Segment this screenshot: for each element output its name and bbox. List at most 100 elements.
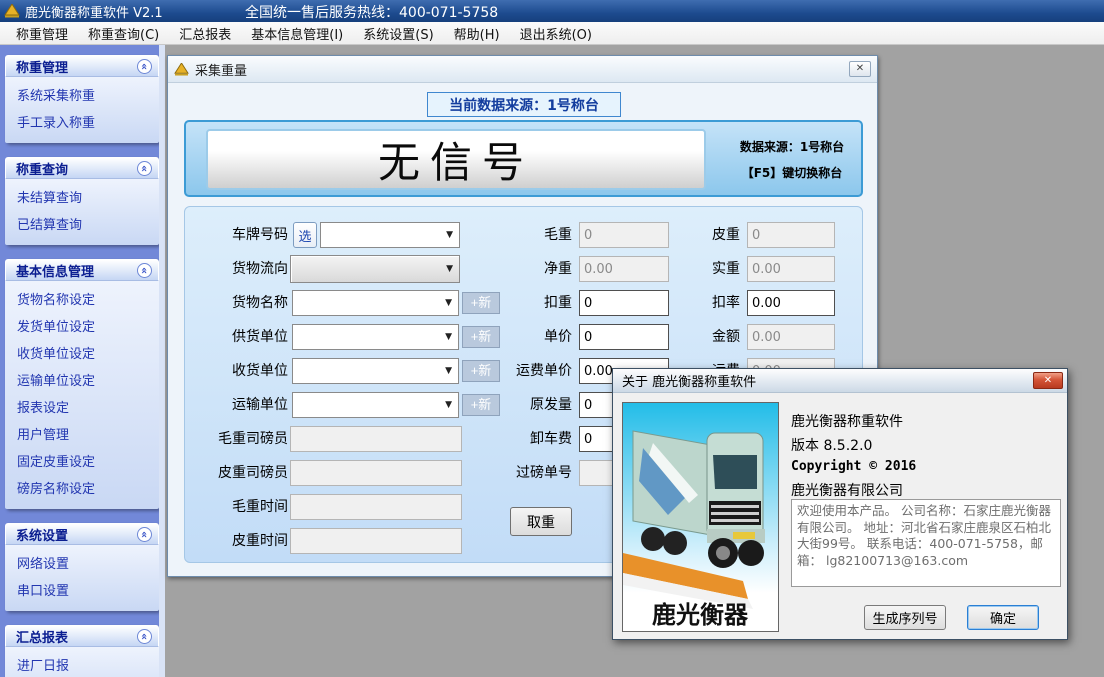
sidebar-item-manual-entry-weigh[interactable]: 手工录入称重: [5, 108, 159, 135]
menu-bar: 称重管理 称重查询(C) 汇总报表 基本信息管理(I) 系统设置(S) 帮助(H…: [0, 22, 1104, 45]
chevron-down-icon: ▼: [445, 332, 452, 342]
transport-unit-combobox[interactable]: ▼: [292, 392, 459, 418]
chevron-down-icon: ▼: [446, 230, 453, 240]
receiver-unit-combobox[interactable]: ▼: [292, 358, 459, 384]
label-freight-unit-price: 运费单价: [485, 358, 572, 384]
label-receiver-unit: 收货单位: [185, 358, 288, 384]
collapse-chevron-icon[interactable]: «: [137, 59, 152, 74]
menu-summary-report[interactable]: 汇总报表: [169, 22, 241, 45]
label-deduct-weight: 扣重: [485, 290, 572, 316]
app-title: 鹿光衡器称重软件 V2.1: [25, 2, 163, 21]
collapse-chevron-icon[interactable]: «: [137, 161, 152, 176]
sidebar-header-basic-info[interactable]: 基本信息管理 «: [5, 259, 159, 281]
about-dialog-titlebar: 关于 鹿光衡器称重软件 ✕: [613, 369, 1067, 393]
menu-weigh-manage[interactable]: 称重管理: [6, 22, 78, 45]
sidebar-header-summary-report[interactable]: 汇总报表 «: [5, 625, 159, 647]
about-product-name: 鹿光衡器称重软件: [791, 411, 903, 431]
label-net-weight: 净重: [485, 256, 572, 282]
service-hotline: 全国统一售后服务热线：400-071-5758: [245, 2, 498, 22]
gross-time-field: [290, 494, 462, 520]
menu-system-settings[interactable]: 系统设置(S): [353, 22, 443, 45]
label-goods-flow: 货物流向: [185, 256, 288, 282]
sidebar-section-weigh-query: 称重查询 « 未结算查询 已结算查询: [5, 157, 159, 245]
sidebar-section-summary-report: 汇总报表 « 进厂日报 出厂日报: [5, 625, 159, 677]
sidebar-header-weigh-query[interactable]: 称重查询 «: [5, 157, 159, 179]
menu-weigh-query[interactable]: 称重查询(C): [78, 22, 169, 45]
take-weight-button[interactable]: 取重: [510, 507, 572, 536]
label-gross-weigher: 毛重司磅员: [185, 426, 288, 452]
source-note-line2: 【F5】键切换称台: [724, 164, 860, 181]
collapse-chevron-icon[interactable]: «: [137, 263, 152, 278]
chevron-down-icon: ▼: [445, 298, 452, 308]
sidebar-item-unsettled-query[interactable]: 未结算查询: [5, 183, 159, 210]
plate-select-button[interactable]: 选: [293, 222, 317, 248]
sidebar-item-user-manage[interactable]: 用户管理: [5, 420, 159, 447]
truck-product-image: 鹿光衡器: [622, 402, 779, 632]
sidebar-item-weighhouse-name[interactable]: 磅房名称设定: [5, 474, 159, 501]
plate-number-combobox[interactable]: ▼: [320, 222, 460, 248]
goods-flow-combobox[interactable]: ▼: [290, 255, 460, 283]
collapse-chevron-icon[interactable]: «: [137, 527, 152, 542]
sidebar-item-fixed-tare[interactable]: 固定皮重设定: [5, 447, 159, 474]
sidebar-section-system-settings: 系统设置 « 网络设置 串口设置: [5, 523, 159, 611]
label-unit-price: 单价: [485, 324, 572, 350]
sidebar-item-goods-name[interactable]: 货物名称设定: [5, 285, 159, 312]
app-titlebar: 鹿光衡器称重软件 V2.1 全国统一售后服务热线：400-071-5758: [0, 0, 1104, 22]
label-transport-unit: 运输单位: [185, 392, 288, 418]
svg-text:鹿光衡器: 鹿光衡器: [652, 601, 749, 629]
tare-time-field: [290, 528, 462, 554]
generate-serial-button[interactable]: 生成序列号: [864, 605, 946, 630]
app-logo-icon: [4, 4, 20, 18]
chevron-down-icon: ▼: [445, 366, 452, 376]
about-dialog-title: 关于 鹿光衡器称重软件: [622, 371, 756, 390]
about-copyright: Copyright © 2016: [791, 459, 916, 474]
close-icon[interactable]: ✕: [1033, 372, 1063, 389]
deduct-rate-field[interactable]: [747, 290, 835, 316]
label-actual-weight: 实重: [647, 256, 740, 282]
supplier-unit-combobox[interactable]: ▼: [292, 324, 459, 350]
about-dialog: 关于 鹿光衡器称重软件 ✕: [612, 368, 1068, 640]
sidebar-item-shipper-unit[interactable]: 发货单位设定: [5, 312, 159, 339]
ok-button[interactable]: 确定: [967, 605, 1039, 630]
actual-weight-field: [747, 256, 835, 282]
sidebar-item-inbound-daily[interactable]: 进厂日报: [5, 651, 159, 677]
goods-name-combobox[interactable]: ▼: [292, 290, 459, 316]
label-plate-number: 车牌号码: [185, 222, 288, 248]
label-gross-time: 毛重时间: [185, 494, 288, 520]
tare-weigher-field: [290, 460, 462, 486]
chevron-down-icon: ▼: [446, 264, 453, 274]
sidebar-item-receiver-unit[interactable]: 收货单位设定: [5, 339, 159, 366]
about-version: 版本 8.5.2.0: [791, 435, 872, 455]
sidebar-edge: [159, 45, 165, 677]
sidebar-item-serial-settings[interactable]: 串口设置: [5, 576, 159, 603]
label-amount: 金额: [647, 324, 740, 350]
label-tare-time: 皮重时间: [185, 528, 288, 554]
menu-help[interactable]: 帮助(H): [444, 22, 510, 45]
menu-basic-info[interactable]: 基本信息管理(I): [241, 22, 353, 45]
menu-exit[interactable]: 退出系统(O): [510, 22, 602, 45]
sidebar-item-settled-query[interactable]: 已结算查询: [5, 210, 159, 237]
sidebar-item-report-setting[interactable]: 报表设定: [5, 393, 159, 420]
window-title: 采集重量: [195, 60, 247, 79]
sidebar-section-basic-info: 基本信息管理 « 货物名称设定 发货单位设定 收货单位设定 运输单位设定 报表设…: [5, 259, 159, 509]
label-tare-weight: 皮重: [647, 222, 740, 248]
sidebar-section-weigh-manage: 称重管理 « 系统采集称重 手工录入称重: [5, 55, 159, 143]
sidebar: 称重管理 « 系统采集称重 手工录入称重 称重查询 « 未结算查询 已结算查询 …: [0, 45, 165, 677]
sidebar-item-system-collect-weigh[interactable]: 系统采集称重: [5, 81, 159, 108]
collapse-chevron-icon[interactable]: «: [137, 629, 152, 644]
label-original-qty: 原发量: [485, 392, 572, 418]
label-goods-name: 货物名称: [185, 290, 288, 316]
weight-readout: 无信号: [206, 129, 706, 190]
about-info-box: 欢迎使用本产品。 公司名称：石家庄鹿光衡器有限公司。 地址：河北省石家庄鹿泉区石…: [791, 499, 1061, 587]
sidebar-header-system-settings[interactable]: 系统设置 «: [5, 523, 159, 545]
collect-weight-titlebar: 采集重量 ✕: [168, 56, 877, 83]
amount-field: [747, 324, 835, 350]
sidebar-item-transport-unit[interactable]: 运输单位设定: [5, 366, 159, 393]
gross-weigher-field: [290, 426, 462, 452]
current-source-banner: 当前数据来源：1号称台: [427, 92, 621, 117]
close-icon[interactable]: ✕: [849, 61, 871, 77]
about-company: 鹿光衡器有限公司: [791, 480, 903, 500]
label-unload-fee: 卸车费: [485, 426, 572, 452]
sidebar-header-weigh-manage[interactable]: 称重管理 «: [5, 55, 159, 77]
sidebar-item-network-settings[interactable]: 网络设置: [5, 549, 159, 576]
